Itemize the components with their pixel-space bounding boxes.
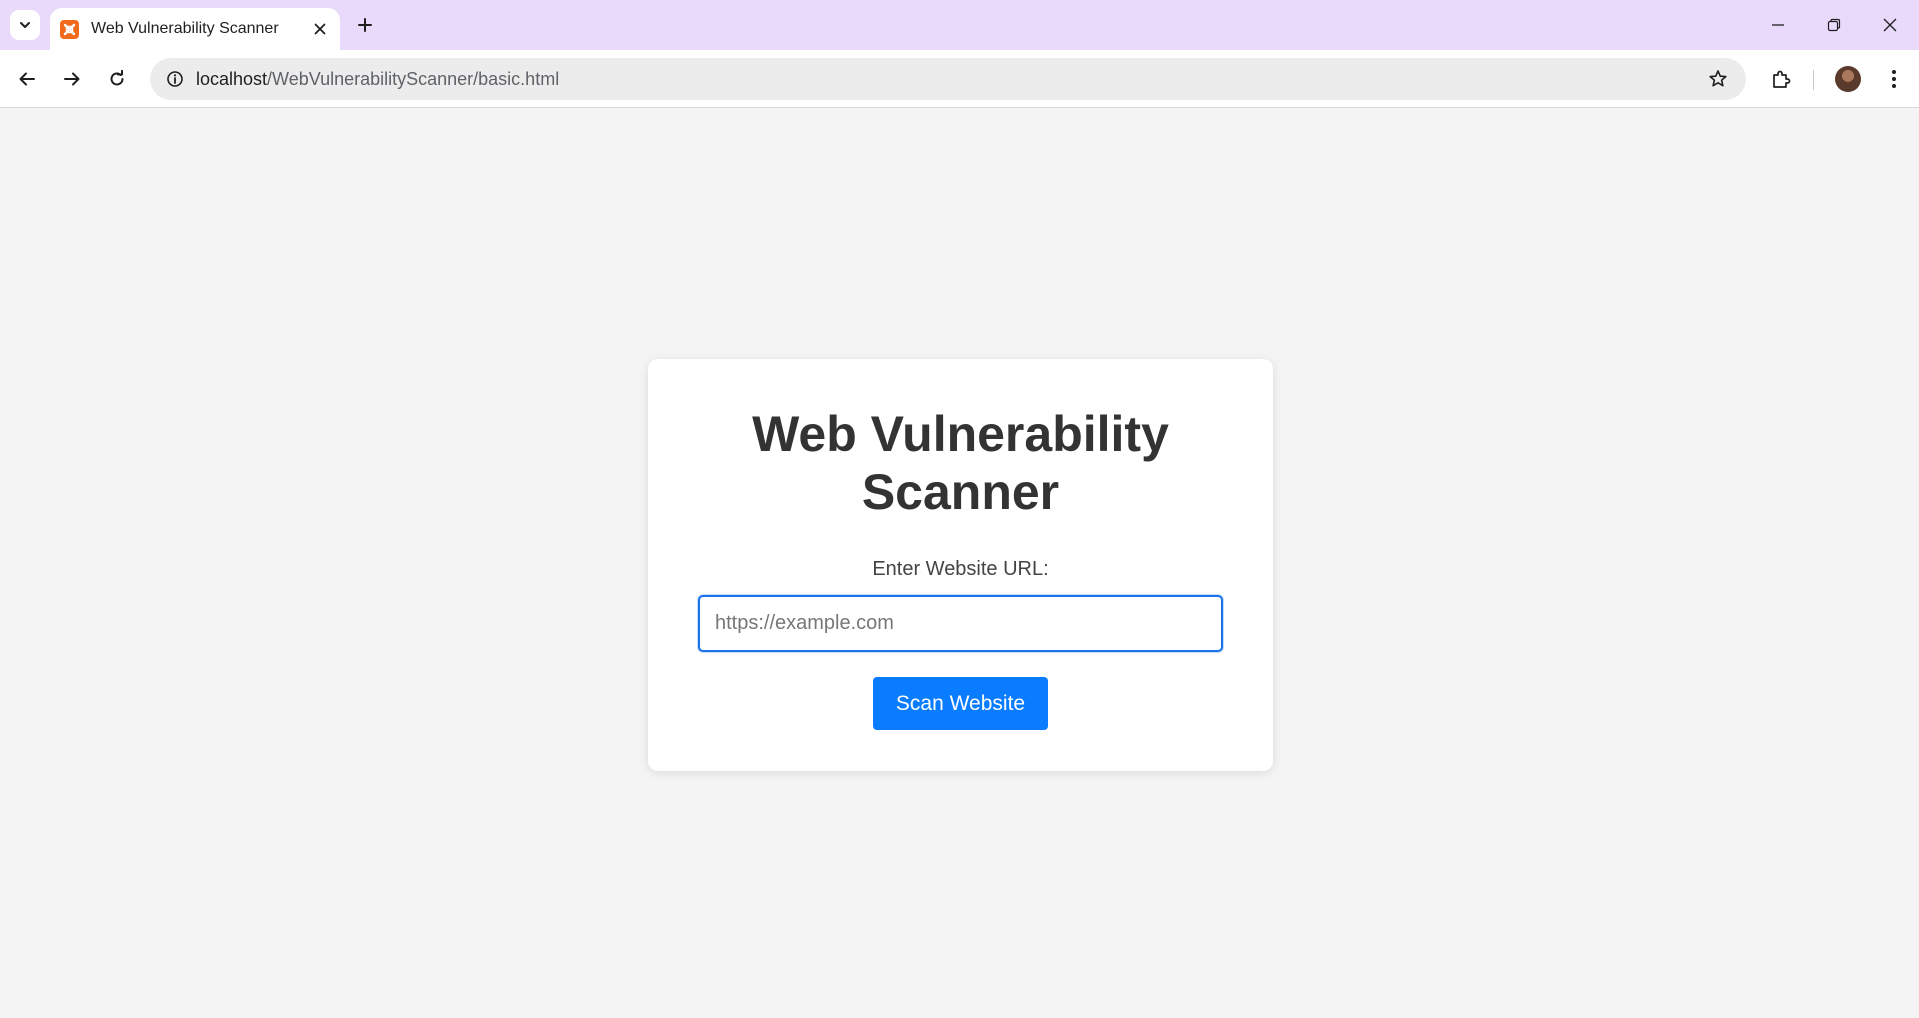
bookmark-star-button[interactable] <box>1698 59 1738 99</box>
scanner-card: Web Vulnerability Scanner Enter Website … <box>648 359 1273 771</box>
more-vertical-icon <box>1891 69 1897 89</box>
menu-button[interactable] <box>1877 62 1911 96</box>
browser-tab[interactable]: Web Vulnerability Scanner <box>50 8 340 50</box>
reload-button[interactable] <box>100 62 134 96</box>
tab-strip: Web Vulnerability Scanner <box>0 0 1919 50</box>
page-viewport: Web Vulnerability Scanner Enter Website … <box>0 109 1919 1018</box>
url-label: Enter Website URL: <box>872 558 1049 580</box>
star-icon <box>1708 69 1728 89</box>
tab-search-button[interactable] <box>10 10 40 40</box>
chevron-down-icon <box>18 18 32 32</box>
scan-website-button[interactable]: Scan Website <box>873 677 1048 730</box>
minimize-icon <box>1771 18 1785 32</box>
xampp-icon <box>60 19 79 39</box>
url-input[interactable] <box>698 595 1223 652</box>
site-info-icon[interactable] <box>160 64 190 94</box>
reload-icon <box>108 70 126 88</box>
tab-title: Web Vulnerability Scanner <box>91 20 279 37</box>
plus-icon <box>357 17 373 33</box>
restore-button[interactable] <box>1806 0 1862 50</box>
url-text[interactable]: localhost/WebVulnerabilityScanner/basic.… <box>196 69 1698 90</box>
close-tab-button[interactable] <box>306 15 334 43</box>
puzzle-icon <box>1771 69 1791 89</box>
address-bar[interactable]: localhost/WebVulnerabilityScanner/basic.… <box>150 58 1746 100</box>
toolbar-divider <box>1813 70 1814 90</box>
url-path: /WebVulnerabilityScanner/basic.html <box>267 68 560 89</box>
close-icon <box>1883 18 1897 32</box>
page-title: Web Vulnerability Scanner <box>752 406 1169 520</box>
forward-button[interactable] <box>55 62 89 96</box>
browser-toolbar: localhost/WebVulnerabilityScanner/basic.… <box>0 50 1919 108</box>
restore-icon <box>1827 18 1841 32</box>
arrow-right-icon <box>63 70 81 88</box>
close-window-button[interactable] <box>1862 0 1918 50</box>
new-tab-button[interactable] <box>350 10 380 40</box>
extensions-button[interactable] <box>1764 62 1798 96</box>
back-button[interactable] <box>10 62 44 96</box>
arrow-left-icon <box>18 70 36 88</box>
close-icon <box>314 23 326 35</box>
url-host: localhost <box>196 68 268 89</box>
minimize-button[interactable] <box>1750 0 1806 50</box>
profile-avatar[interactable] <box>1835 66 1861 92</box>
